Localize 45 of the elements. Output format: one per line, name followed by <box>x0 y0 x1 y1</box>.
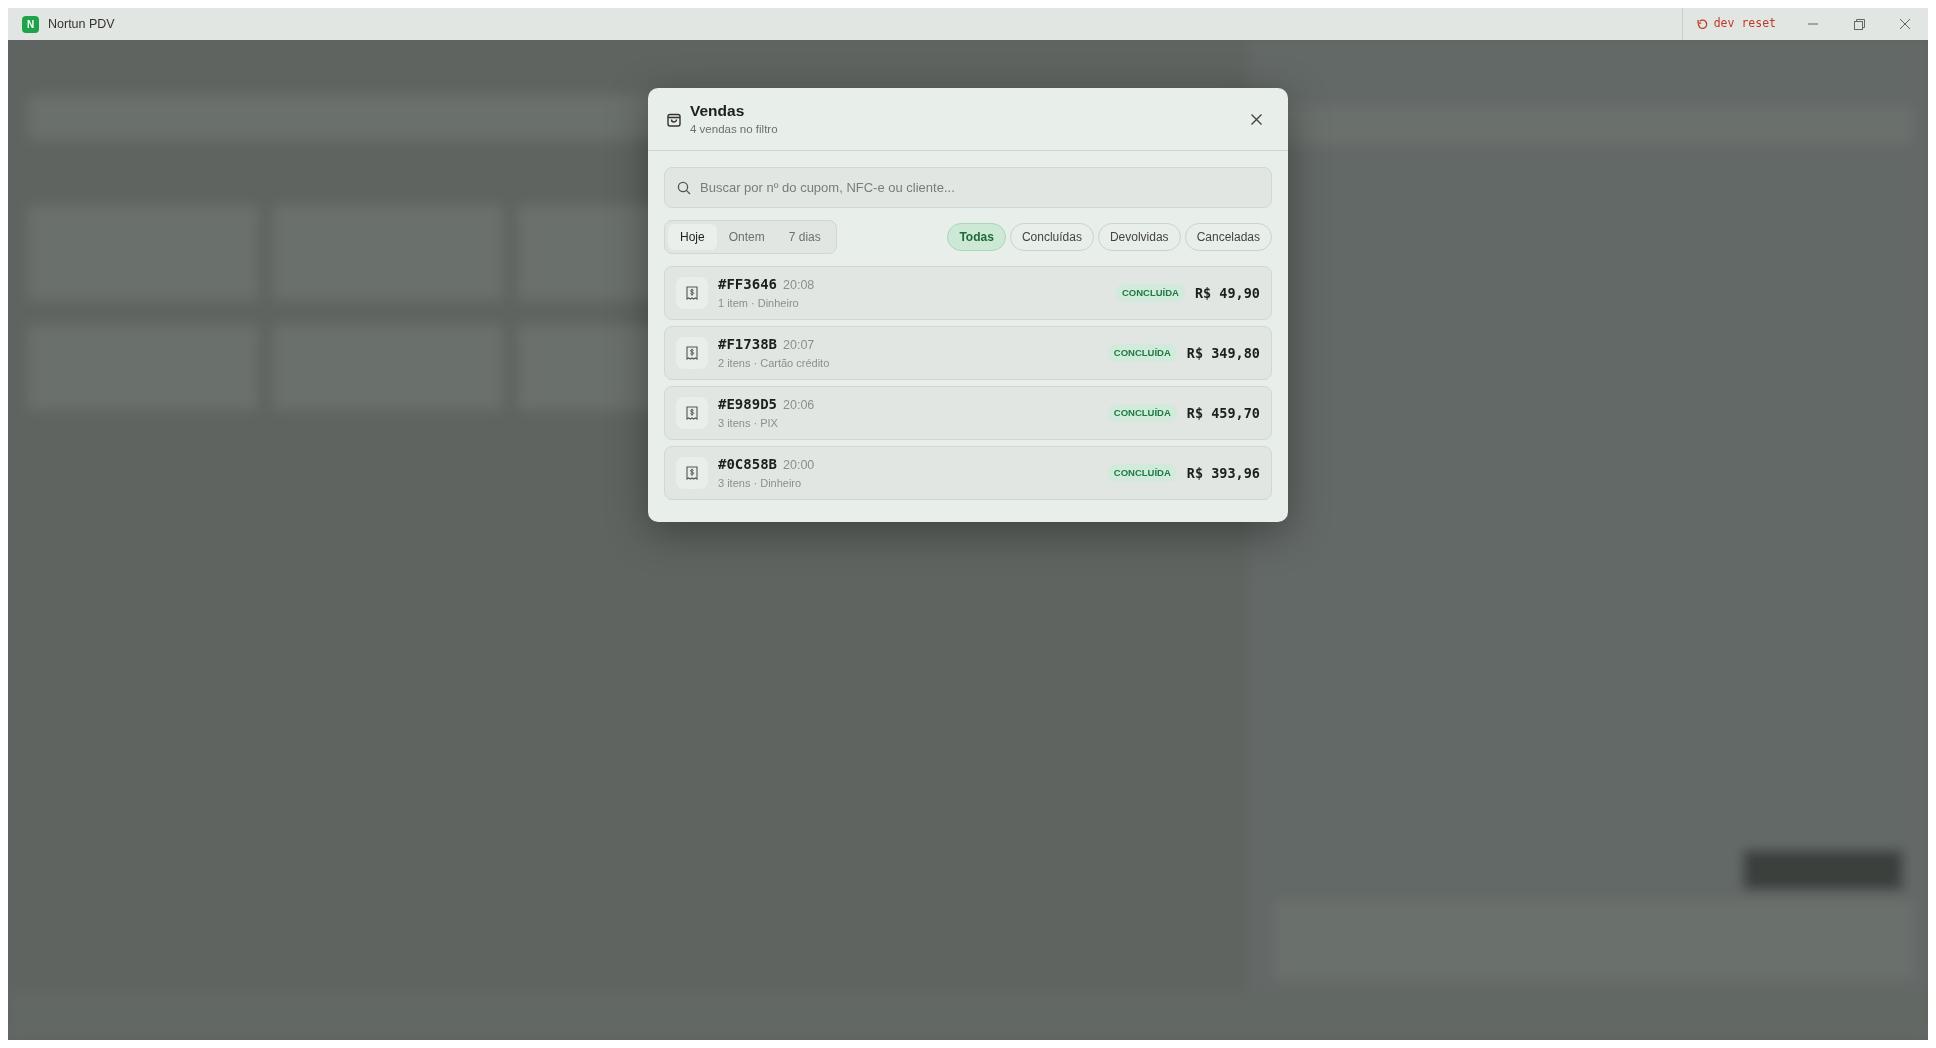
dialog-subtitle: 4 vendas no filtro <box>690 121 778 137</box>
receipt-icon <box>686 405 698 420</box>
window-title: Nortun PDV <box>48 15 115 33</box>
status-filter[interactable]: Devolvidas <box>1097 222 1181 251</box>
sale-row[interactable]: #FF3646 20:08 1 item · Dinheiro CONCLUÍDA R$ 49,90 <box>664 265 1272 320</box>
sale-total: R$ 459,70 <box>1186 403 1260 423</box>
sale-details: 3 itens · Dinheiro <box>718 476 803 492</box>
sale-time: 20:07 <box>783 337 815 355</box>
sale-details: 1 item · Dinheiro <box>718 296 800 312</box>
period-tab[interactable]: 7 dias <box>776 223 833 250</box>
search-field[interactable]: Buscar por nº do cupom, NFC-e ou cliente... <box>664 166 1272 208</box>
sale-details: 2 itens · Cartão crédito <box>718 356 830 372</box>
status-badge: CONCLUÍDA <box>1107 463 1177 482</box>
sale-total: R$ 49,90 <box>1194 283 1260 303</box>
status-badge: CONCLUÍDA <box>1115 283 1185 302</box>
dialog-title: Vendas <box>690 102 746 121</box>
receipt-icon <box>686 465 698 480</box>
sale-code: #FF3646 <box>718 275 777 295</box>
status-filter[interactable]: Canceladas <box>1184 222 1272 251</box>
sale-code: #E989D5 <box>718 395 777 415</box>
receipt-icon <box>686 345 698 360</box>
status-filter[interactable]: Concluídas <box>1009 222 1094 251</box>
sale-row[interactable]: #0C858B 20:00 3 itens · Dinheiro CONCLUÍDA R$ 393,96 <box>664 445 1272 500</box>
sale-code: #0C858B <box>718 455 777 475</box>
restore-icon <box>1853 18 1865 30</box>
shopping-bag-icon <box>666 111 682 128</box>
status-badge: CONCLUÍDA <box>1107 403 1177 422</box>
sale-code: #F1738B <box>718 335 777 355</box>
sale-total: R$ 349,80 <box>1186 343 1260 363</box>
close-icon <box>1250 114 1262 126</box>
sale-time: 20:06 <box>783 397 815 415</box>
receipt-icon <box>686 285 698 300</box>
period-tab[interactable]: Ontem <box>716 223 777 250</box>
sale-row[interactable]: #E989D5 20:06 3 itens · PIX CONCLUÍDA R$ 459,70 <box>664 385 1272 440</box>
status-badge: CONCLUÍDA <box>1107 343 1177 362</box>
sale-row[interactable]: #F1738B 20:07 2 itens · Cartão crédito CONCLUÍDA R$ 349,80 <box>664 325 1272 380</box>
reset-icon <box>1696 18 1708 30</box>
sale-total: R$ 393,96 <box>1186 463 1260 483</box>
status-filter[interactable]: Todas <box>947 222 1006 251</box>
sale-time: 20:00 <box>783 457 815 475</box>
sale-time: 20:08 <box>783 277 815 295</box>
close-icon <box>1900 19 1910 29</box>
app-logo: N <box>22 15 39 33</box>
period-tab[interactable]: Hoje <box>668 223 717 250</box>
sale-details: 3 itens · PIX <box>718 416 779 432</box>
